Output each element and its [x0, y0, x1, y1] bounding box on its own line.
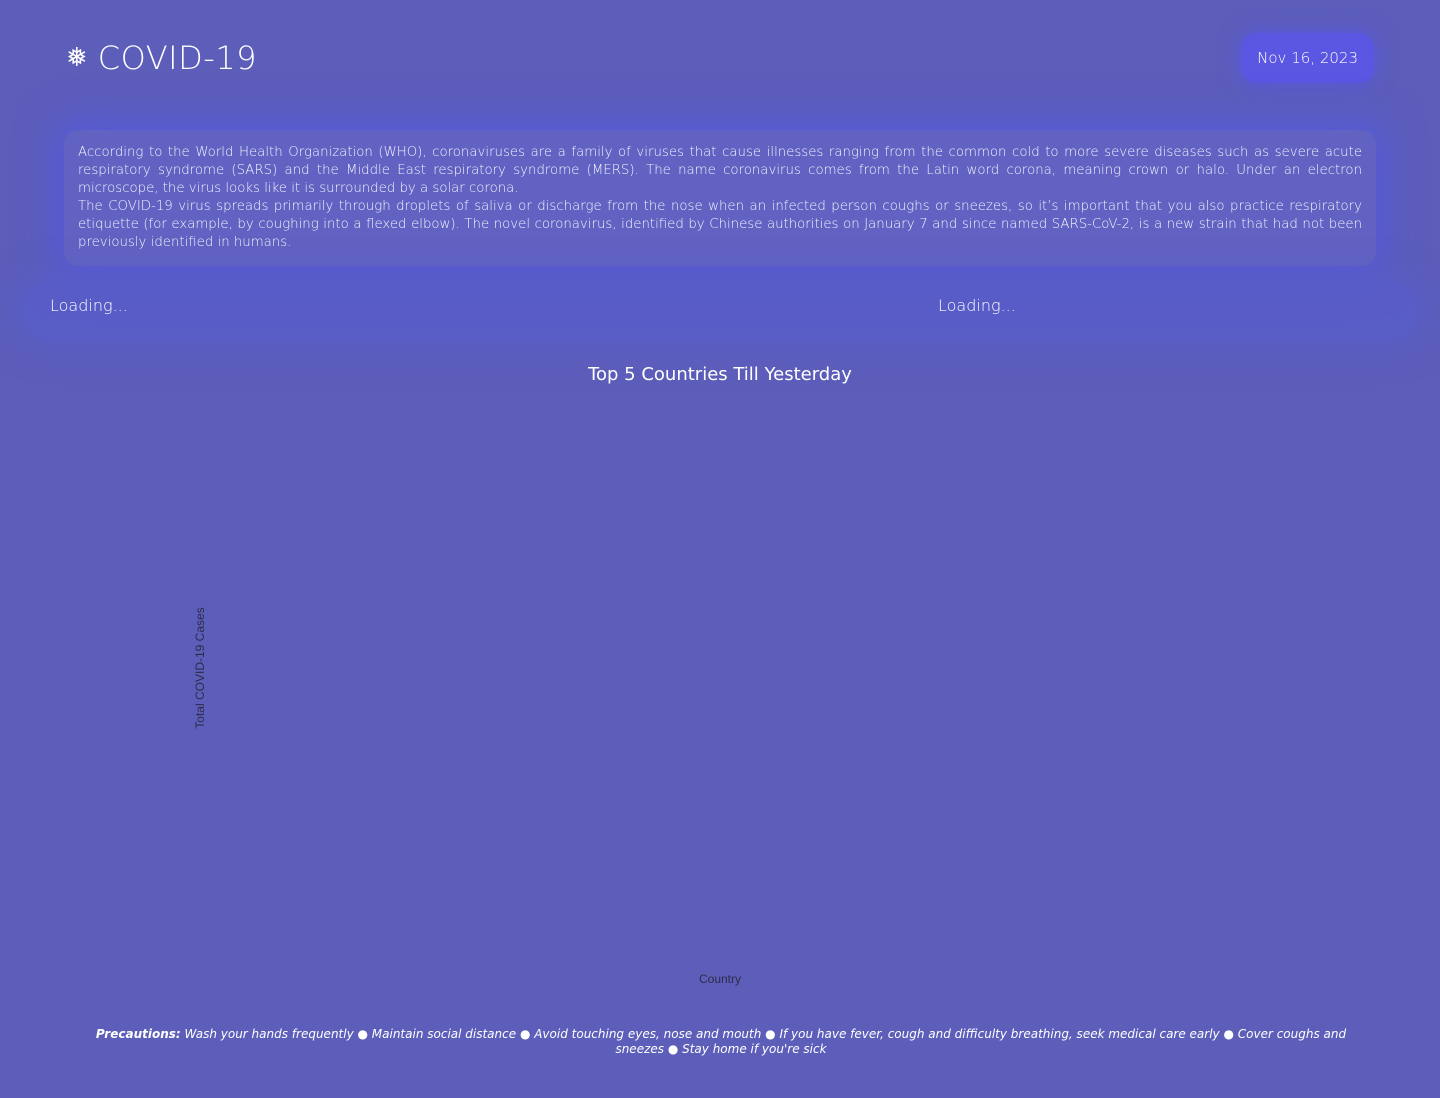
loading-indicator-left: Loading... [50, 296, 128, 315]
about-panel: According to the World Health Organizati… [64, 130, 1376, 266]
about-paragraph-1: According to the World Health Organizati… [78, 145, 1362, 196]
header: ❅ COVID-19 Nov 16, 2023 [0, 0, 1440, 100]
page-title: COVID-19 [97, 39, 257, 77]
stats-band [20, 282, 1420, 340]
chart-x-axis-label: Country [698, 972, 742, 986]
chart-area [0, 400, 1440, 1000]
date-badge: Nov 16, 2023 [1241, 33, 1374, 83]
about-paragraph-2: The COVID-19 virus spreads primarily thr… [78, 199, 1362, 250]
loading-indicator-right: Loading... [938, 296, 1016, 315]
precautions-label: Precautions: [95, 1027, 181, 1041]
virus-icon: ❅ [66, 43, 88, 73]
chart-y-axis-label: Total COVID-19 Cases [193, 607, 207, 729]
precautions-footer: Precautions: Wash your hands frequently … [90, 1027, 1352, 1057]
brand: ❅ COVID-19 [66, 36, 257, 80]
chart-title: Top 5 Countries Till Yesterday [588, 364, 852, 385]
precautions-text: Wash your hands frequently ● Maintain so… [180, 1027, 1347, 1056]
